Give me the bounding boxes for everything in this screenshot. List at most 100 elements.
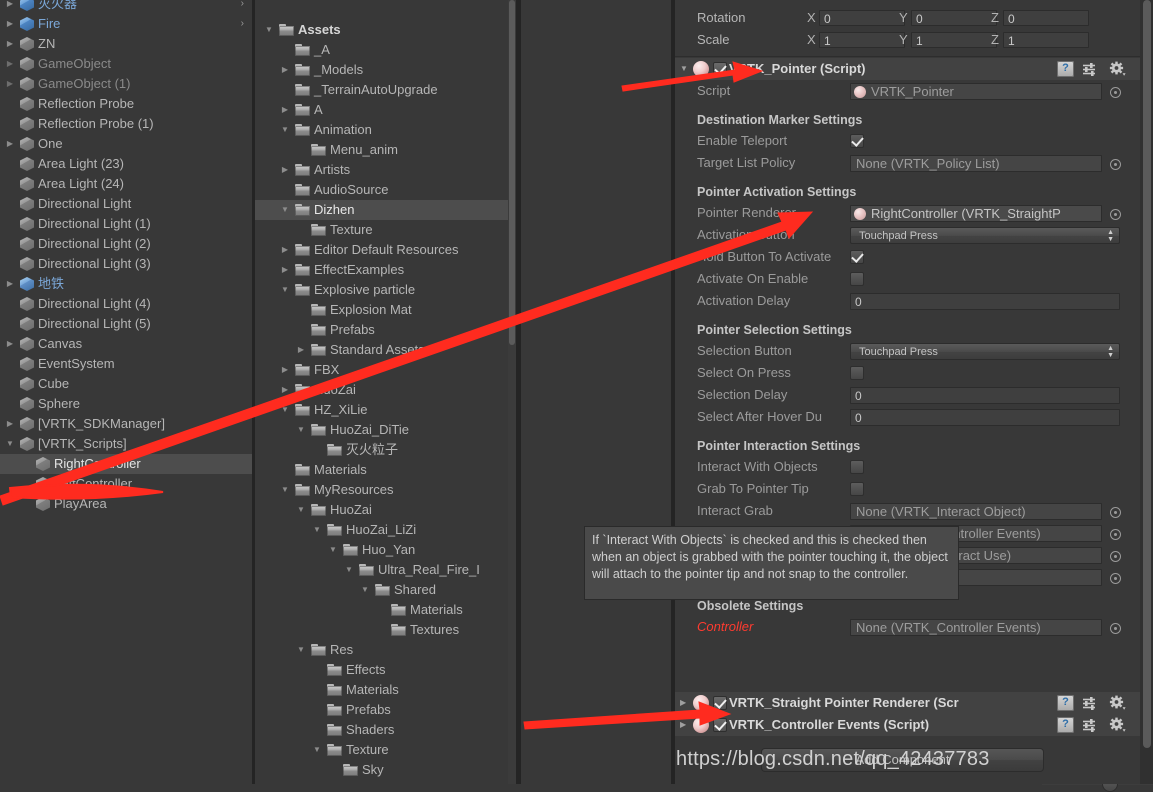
gear-icon[interactable] <box>1109 695 1126 711</box>
expand-chevron-icon[interactable]: › <box>241 14 244 34</box>
field-checkbox[interactable] <box>850 366 864 380</box>
inspector-scrollbar[interactable] <box>1140 0 1153 784</box>
component-enabled-checkbox[interactable] <box>713 718 727 732</box>
project-item-huozai-lizi[interactable]: HuoZai_LiZi <box>255 520 508 540</box>
help-icon[interactable] <box>1057 61 1074 77</box>
field-number-input[interactable]: 0 <box>850 293 1120 310</box>
project-scrollbar-thumb[interactable] <box>509 0 515 345</box>
chevron-right-icon[interactable] <box>4 54 16 74</box>
inspector-scrollbar-thumb[interactable] <box>1143 0 1151 748</box>
gear-icon[interactable] <box>1109 717 1126 733</box>
chevron-right-icon[interactable] <box>4 34 16 54</box>
hierarchy-item-rightcontroller[interactable]: RightController <box>0 454 252 474</box>
project-item-myresources[interactable]: MyResources <box>255 480 508 500</box>
project-item-materials[interactable]: Materials <box>255 680 508 700</box>
field-checkbox[interactable] <box>850 134 864 148</box>
component-header-vrtk-straight-pointer-renderer-scr[interactable]: ▶VRTK_Straight Pointer Renderer (Scr <box>675 692 1140 714</box>
preset-icon[interactable] <box>1081 695 1098 711</box>
chevron-down-icon[interactable] <box>279 480 291 500</box>
project-item-texture[interactable]: Texture <box>255 740 508 760</box>
chevron-down-icon[interactable] <box>295 500 307 520</box>
project-item-textures[interactable]: Textures <box>255 620 508 640</box>
hierarchy-item-directional-light-2[interactable]: Directional Light (2) <box>0 234 252 254</box>
field-checkbox[interactable] <box>850 250 864 264</box>
component-enabled-checkbox[interactable] <box>713 62 727 76</box>
chevron-right-icon[interactable]: ▶ <box>680 714 686 736</box>
chevron-down-icon[interactable] <box>295 420 307 440</box>
chevron-down-icon[interactable] <box>343 560 355 580</box>
chevron-down-icon[interactable] <box>311 740 323 760</box>
hierarchy-item-reflection-probe-1[interactable]: Reflection Probe (1) <box>0 114 252 134</box>
project-item-res[interactable]: Res <box>255 640 508 660</box>
chevron-right-icon[interactable] <box>4 414 16 434</box>
hierarchy-item-gameobject[interactable]: GameObject <box>0 54 252 74</box>
help-icon[interactable] <box>1057 717 1074 733</box>
project-item-huozai[interactable]: HuoZai <box>255 380 508 400</box>
hierarchy-item-eventsystem[interactable]: EventSystem <box>0 354 252 374</box>
preset-icon[interactable] <box>1081 61 1098 77</box>
chevron-right-icon[interactable] <box>4 334 16 354</box>
hierarchy-item-directional-light-4[interactable]: Directional Light (4) <box>0 294 252 314</box>
hierarchy-item-fire[interactable]: Fire› <box>0 14 252 34</box>
project-item-materials[interactable]: Materials <box>255 600 508 620</box>
object-picker-icon[interactable] <box>1110 623 1121 634</box>
chevron-down-icon[interactable] <box>279 200 291 220</box>
hierarchy-item-directional-light-5[interactable]: Directional Light (5) <box>0 314 252 334</box>
project-item-prefabs[interactable]: Prefabs <box>255 700 508 720</box>
chevron-right-icon[interactable] <box>279 240 291 260</box>
project-item-effectexamples[interactable]: EffectExamples <box>255 260 508 280</box>
chevron-right-icon[interactable] <box>4 14 16 34</box>
project-item-dizhen[interactable]: Dizhen <box>255 200 508 220</box>
field-object-reference[interactable]: None (VRTK_Interact Object) <box>850 503 1102 520</box>
component-header-vrtk-pointer[interactable]: ▼VRTK_Pointer (Script) <box>675 58 1140 80</box>
project-item-menu-anim[interactable]: Menu_anim <box>255 140 508 160</box>
project-item-animation[interactable]: Animation <box>255 120 508 140</box>
project-item-shaders[interactable]: Shaders <box>255 720 508 740</box>
field-object-reference[interactable]: None (VRTK_Policy List) <box>850 155 1102 172</box>
hierarchy-item-sphere[interactable]: Sphere <box>0 394 252 414</box>
transform-field[interactable]: 1 <box>819 32 905 48</box>
project-item-terrainautoupgrade[interactable]: _TerrainAutoUpgrade <box>255 80 508 100</box>
object-picker-icon[interactable] <box>1110 551 1121 562</box>
object-picker-icon[interactable] <box>1110 209 1121 220</box>
hierarchy-item-leftcontroller[interactable]: LeftController <box>0 474 252 494</box>
project-item-hz-xilie[interactable]: HZ_XiLie <box>255 400 508 420</box>
project-item-shared[interactable]: Shared <box>255 580 508 600</box>
transform-field[interactable]: 1 <box>911 32 997 48</box>
transform-field[interactable]: 1 <box>1003 32 1089 48</box>
hierarchy-item-vrtk-scripts[interactable]: [VRTK_Scripts] <box>0 434 252 454</box>
chevron-right-icon[interactable] <box>279 160 291 180</box>
chevron-right-icon[interactable] <box>4 74 16 94</box>
hierarchy-item-area-light-23[interactable]: Area Light (23) <box>0 154 252 174</box>
hierarchy-item-gameobject-1[interactable]: GameObject (1) <box>0 74 252 94</box>
object-picker-icon[interactable] <box>1110 87 1121 98</box>
chevron-down-icon[interactable] <box>359 580 371 600</box>
hierarchy-item-area-light-24[interactable]: Area Light (24) <box>0 174 252 194</box>
chevron-down-icon[interactable] <box>4 434 16 454</box>
chevron-down-icon[interactable] <box>279 400 291 420</box>
hierarchy-item-one[interactable]: One <box>0 134 252 154</box>
chevron-right-icon[interactable] <box>4 0 16 14</box>
field-object-reference[interactable]: RightController (VRTK_StraightP <box>850 205 1102 222</box>
chevron-down-icon[interactable] <box>279 120 291 140</box>
transform-field[interactable]: 0 <box>1003 10 1089 26</box>
hierarchy-item-[interactable]: 地铁 <box>0 274 252 294</box>
project-item-effects[interactable]: Effects <box>255 660 508 680</box>
hierarchy-item-vrtk-sdkmanager[interactable]: [VRTK_SDKManager] <box>0 414 252 434</box>
project-item-assets[interactable]: Assets <box>255 20 508 40</box>
field-checkbox[interactable] <box>850 460 864 474</box>
field-dropdown[interactable]: Touchpad Press▲▼ <box>850 227 1120 244</box>
project-item-sky[interactable]: Sky <box>255 760 508 780</box>
hierarchy-item-[interactable]: 灭火器› <box>0 0 252 14</box>
project-item-materials[interactable]: Materials <box>255 460 508 480</box>
project-item-ultra-real-fire-i[interactable]: Ultra_Real_Fire_I <box>255 560 508 580</box>
chevron-right-icon[interactable] <box>279 360 291 380</box>
field-number-input[interactable]: 0 <box>850 387 1120 404</box>
object-picker-icon[interactable] <box>1110 529 1121 540</box>
gear-icon[interactable] <box>1109 61 1126 77</box>
project-item-huozai[interactable]: HuoZai <box>255 500 508 520</box>
project-item-fbx[interactable]: FBX <box>255 360 508 380</box>
hierarchy-item-reflection-probe[interactable]: Reflection Probe <box>0 94 252 114</box>
hierarchy-item-cube[interactable]: Cube <box>0 374 252 394</box>
hierarchy-item-directional-light-1[interactable]: Directional Light (1) <box>0 214 252 234</box>
